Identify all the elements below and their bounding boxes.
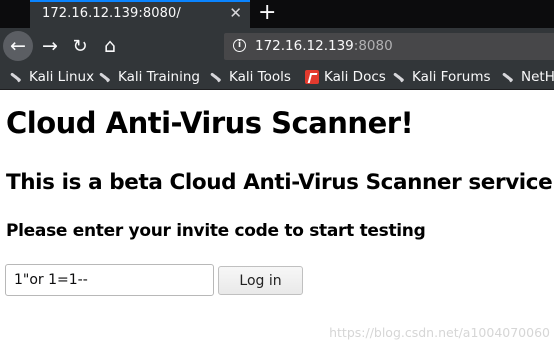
watermark-text: https://blog.csdn.net/a1004070060 [329, 325, 550, 340]
login-button[interactable]: Log in [218, 266, 303, 295]
kali-dragon-icon [502, 70, 516, 84]
kali-dragon-icon [393, 70, 407, 84]
kali-dragon-icon [99, 70, 113, 84]
page-title: Cloud Anti-Virus Scanner! [6, 106, 414, 140]
home-button[interactable]: ⌂ [96, 32, 124, 60]
site-info-icon[interactable]: i [233, 39, 246, 52]
close-tab-icon[interactable]: ✕ [229, 4, 242, 22]
page-subtitle: This is a beta Cloud Anti-Virus Scanner … [6, 170, 554, 195]
bookmark-kali-docs[interactable]: Kali Docs [305, 68, 386, 86]
kali-dragon-icon [10, 70, 24, 84]
bookmark-kali-training[interactable]: Kali Training [99, 68, 200, 86]
kali-dragon-icon [210, 70, 224, 84]
url-port: :8080 [353, 38, 393, 54]
bookmark-label: Kali Tools [229, 69, 291, 85]
invite-code-input[interactable] [5, 264, 214, 296]
bookmark-label: Kali Docs [324, 69, 386, 85]
url-host: 172.16.12.139 [255, 38, 354, 54]
bookmark-label: Kali Training [118, 69, 200, 85]
bookmark-kali-tools[interactable]: Kali Tools [210, 68, 291, 86]
url-text[interactable]: 172.16.12.139:8080 [255, 38, 393, 54]
bookmark-kali-linux[interactable]: Kali Linux [10, 68, 94, 86]
bookmarks-toolbar: Kali Linux Kali Training Kali Tools Kali… [0, 64, 554, 90]
page-content: Cloud Anti-Virus Scanner! This is a beta… [0, 90, 554, 347]
bookmark-label: Kali Linux [29, 69, 95, 85]
url-bar[interactable]: i 172.16.12.139:8080 [224, 33, 554, 60]
tab-active[interactable]: 172.16.12.139:8080/ ✕ [30, 0, 250, 28]
back-button[interactable]: ← [3, 31, 33, 61]
bookmark-kali-forums[interactable]: Kali Forums [393, 68, 491, 86]
tab-title: 172.16.12.139:8080/ [42, 6, 181, 21]
kali-docs-icon [305, 70, 319, 84]
tab-bar: 172.16.12.139:8080/ ✕ + [0, 0, 554, 28]
reload-button[interactable]: ↻ [66, 32, 94, 60]
bookmark-label: Kali Forums [412, 69, 491, 85]
bookmark-neth[interactable]: NetH [502, 68, 554, 86]
new-tab-button[interactable]: + [258, 0, 276, 26]
invite-prompt: Please enter your invite code to start t… [6, 221, 426, 241]
forward-button[interactable]: → [36, 32, 64, 60]
bookmark-label: NetH [521, 69, 554, 85]
